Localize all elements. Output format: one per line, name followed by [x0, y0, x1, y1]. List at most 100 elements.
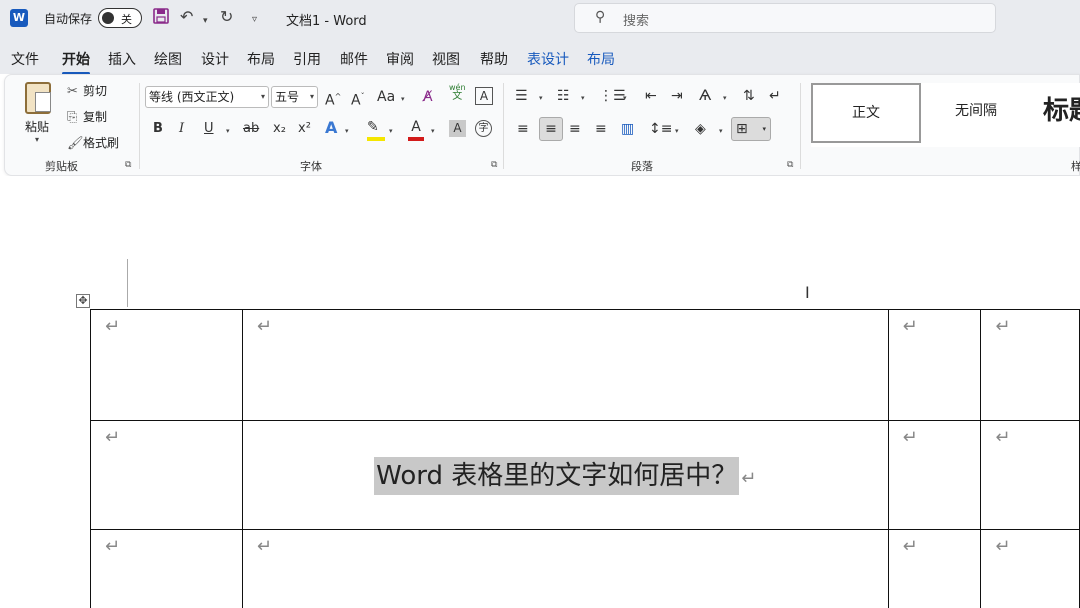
table-cell[interactable]: ↵	[887, 529, 982, 608]
tab-table-layout[interactable]: 布局	[587, 49, 615, 69]
table-cell[interactable]: ↵	[241, 309, 889, 421]
bullets-dropdown-icon[interactable]: ▾	[539, 94, 543, 102]
customize-qat-icon[interactable]: ▿	[252, 10, 257, 30]
tab-insert[interactable]: 插入	[108, 49, 136, 69]
distributed-icon[interactable]: ▥	[621, 120, 634, 138]
subscript-button[interactable]: x₂	[273, 120, 286, 138]
table-move-handle-icon[interactable]: ✥	[76, 294, 90, 308]
search-placeholder: 搜索	[623, 14, 650, 29]
paste-icon[interactable]	[25, 82, 51, 114]
align-center-icon[interactable]: ≡	[539, 117, 563, 141]
font-name-select[interactable]: 等线 (西文正文) ▾	[145, 86, 269, 108]
superscript-button[interactable]: x²	[298, 120, 311, 138]
justify-icon[interactable]: ≡	[595, 120, 607, 138]
sort-icon[interactable]: ⇅	[743, 87, 755, 105]
selected-cell-text[interactable]: Word 表格里的文字如何居中？	[374, 457, 740, 495]
numbering-icon[interactable]: ☷	[557, 87, 570, 105]
tab-layout[interactable]: 布局	[247, 49, 275, 69]
change-case-icon[interactable]: Aa	[377, 88, 395, 106]
autosave-toggle[interactable]: 关	[98, 8, 142, 28]
table-cell[interactable]: ↵	[980, 420, 1080, 530]
tab-design[interactable]: 设计	[201, 49, 229, 69]
table-cell[interactable]: ↵	[90, 420, 243, 530]
word-table[interactable]: ↵ ↵ ↵ ↵ ↵ Word 表格里的文字如何居中？ ↵ ↵ ↵ ↵ ↵ ↵ ↵	[90, 309, 1080, 608]
paste-label[interactable]: 粘贴	[25, 118, 49, 135]
change-case-dropdown-icon[interactable]: ▾	[401, 95, 405, 103]
format-painter-button[interactable]: 🖌格式刷	[67, 134, 119, 151]
decrease-indent-icon[interactable]: ⇤	[645, 87, 657, 105]
tab-review[interactable]: 审阅	[386, 49, 414, 69]
copy-button[interactable]: ⎘ 复制	[67, 108, 107, 125]
asian-layout-icon[interactable]: Ѧ	[699, 87, 711, 105]
bullets-icon[interactable]: ☰	[515, 87, 528, 105]
align-right-icon[interactable]: ≡	[569, 120, 581, 138]
tab-help[interactable]: 帮助	[480, 49, 508, 69]
underline-dropdown-icon[interactable]: ▾	[226, 127, 230, 135]
bold-button[interactable]: B	[153, 120, 163, 138]
asian-layout-dropdown-icon[interactable]: ▾	[723, 94, 727, 102]
borders-icon[interactable]: ⊞ ▾	[731, 117, 771, 141]
italic-button[interactable]: I	[179, 120, 184, 138]
multilevel-list-icon[interactable]: ⋮☰	[599, 87, 626, 105]
paragraph-launcher-icon[interactable]: ⧉	[787, 160, 793, 170]
table-cell[interactable]: ↵	[980, 309, 1080, 421]
group-divider	[139, 83, 140, 169]
character-shading-icon[interactable]: A	[449, 120, 466, 137]
font-color-icon[interactable]: A	[408, 118, 424, 141]
cut-button[interactable]: ✂ 剪切	[67, 82, 107, 99]
shading-dropdown-icon[interactable]: ▾	[719, 127, 723, 135]
font-launcher-icon[interactable]: ⧉	[491, 160, 497, 170]
enclose-characters-icon[interactable]: 字	[475, 120, 492, 137]
text-effects-dropdown-icon[interactable]: ▾	[345, 127, 349, 135]
tab-draw[interactable]: 绘图	[154, 49, 182, 69]
clear-formatting-icon[interactable]: A̸	[423, 88, 433, 106]
align-left-icon[interactable]: ≡	[517, 120, 529, 138]
table-cell[interactable]: ↵	[887, 309, 982, 421]
phonetic-guide-icon[interactable]: wén 文	[449, 83, 466, 102]
character-border-icon[interactable]: A	[475, 87, 493, 105]
show-marks-icon[interactable]: ↵	[769, 87, 781, 105]
underline-button[interactable]: U	[204, 120, 214, 138]
line-spacing-dropdown-icon[interactable]: ▾	[675, 127, 679, 135]
autosave-label: 自动保存	[44, 12, 93, 26]
style-no-spacing[interactable]: 无间隔	[923, 83, 1029, 143]
font-size-select[interactable]: 五号 ▾	[271, 86, 318, 108]
tab-mailings[interactable]: 邮件	[340, 49, 368, 69]
highlight-color-icon[interactable]: ✎	[367, 118, 385, 141]
strikethrough-button[interactable]: ab	[243, 120, 259, 138]
increase-indent-icon[interactable]: ⇥	[671, 87, 683, 105]
tab-table-design[interactable]: 表设计	[527, 49, 569, 69]
document-canvas[interactable]: ✥ ↵ ↵ ↵ ↵ ↵ Word 表格里的文字如何居中？ ↵ ↵ ↵ ↵ ↵ ↵ …	[0, 176, 1080, 608]
line-spacing-icon[interactable]: ↕≡	[649, 120, 672, 138]
highlight-dropdown-icon[interactable]: ▾	[389, 127, 393, 135]
tab-view[interactable]: 视图	[432, 49, 460, 69]
table-cell-selected[interactable]: Word 表格里的文字如何居中？ ↵	[241, 420, 889, 530]
style-normal[interactable]: 正文	[811, 83, 921, 143]
clipboard-launcher-icon[interactable]: ⧉	[125, 160, 131, 170]
table-cell[interactable]: ↵	[980, 529, 1080, 608]
tab-file[interactable]: 文件	[11, 49, 39, 69]
text-effects-icon[interactable]: A	[325, 119, 337, 137]
shading-icon[interactable]: ◈	[695, 120, 706, 138]
numbering-dropdown-icon[interactable]: ▾	[581, 94, 585, 102]
grow-font-icon[interactable]: A^	[325, 88, 341, 110]
undo-dropdown-icon[interactable]: ▾	[203, 11, 208, 31]
save-icon[interactable]	[152, 7, 170, 30]
page-margin-marker	[127, 259, 128, 307]
style-heading[interactable]: 标题	[1037, 83, 1080, 143]
tab-references[interactable]: 引用	[293, 49, 321, 69]
multilevel-dropdown-icon[interactable]: ▾	[623, 94, 627, 102]
search-box[interactable]: ⚲ 搜索	[574, 3, 996, 33]
redo-icon[interactable]: ↻	[220, 7, 233, 27]
table-cell[interactable]: ↵	[887, 420, 982, 530]
tab-home[interactable]: 开始	[62, 49, 90, 75]
table-cell[interactable]: ↵	[90, 309, 243, 421]
undo-icon[interactable]: ↶	[180, 7, 193, 27]
search-icon: ⚲	[595, 9, 606, 25]
copy-label: 复制	[83, 110, 108, 124]
table-cell[interactable]: ↵	[90, 529, 243, 608]
table-cell[interactable]: ↵	[241, 529, 889, 608]
font-color-dropdown-icon[interactable]: ▾	[431, 127, 435, 135]
paste-dropdown-icon[interactable]: ▾	[35, 135, 39, 144]
shrink-font-icon[interactable]: Aˇ	[351, 88, 365, 110]
